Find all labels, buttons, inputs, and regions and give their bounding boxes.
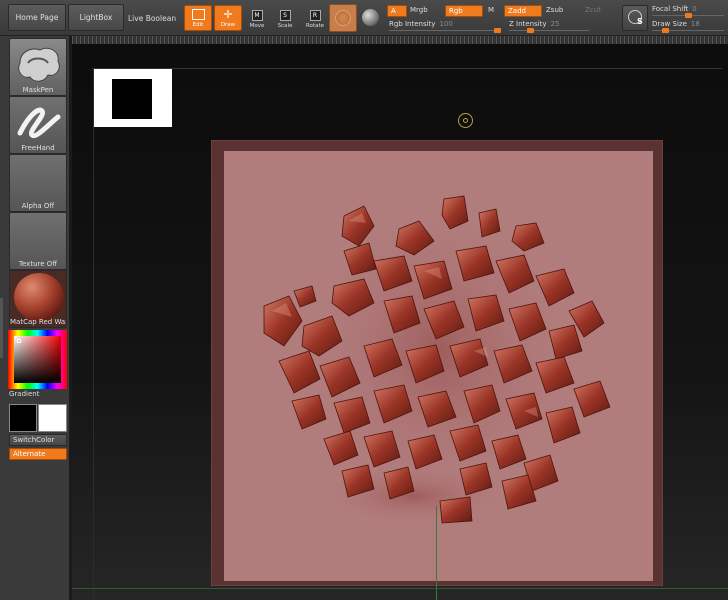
guide-line — [92, 68, 722, 69]
left-shelf-scroll-handle[interactable] — [0, 298, 3, 358]
brush-tile[interactable]: MaskPen — [9, 38, 67, 96]
rotate-icon: R — [309, 10, 321, 21]
document-canvas[interactable] — [224, 151, 653, 581]
draw-button[interactable]: ✛ Draw — [214, 5, 242, 31]
material-sphere-icon[interactable] — [362, 9, 379, 26]
rotate-button[interactable]: R Rotate — [302, 5, 328, 31]
switch-color-button[interactable]: SwitchColor — [9, 434, 67, 446]
texture-label: Texture Off — [18, 260, 58, 268]
edit-button[interactable]: Edit — [184, 5, 212, 31]
scale-button[interactable]: S Scale — [272, 5, 298, 31]
saturation-square[interactable] — [14, 336, 61, 383]
rotate-label: Rotate — [305, 23, 324, 29]
draw-size-label: Draw Size — [652, 20, 687, 28]
m-toggle[interactable]: M — [485, 5, 499, 17]
sculpted-rock-pile — [263, 195, 611, 526]
home-page-button[interactable]: Home Page — [8, 4, 66, 31]
top-toolbar: Home Page LightBox Live Boolean Edit ✛ D… — [0, 0, 728, 36]
z-intensity-slider[interactable]: Z Intensity 25 — [509, 20, 589, 33]
rgb-intensity-knob[interactable] — [494, 28, 501, 33]
alpha-label: Alpha Off — [21, 202, 55, 210]
z-intensity-label: Z Intensity — [509, 20, 547, 28]
brush-cursor-icon — [458, 113, 473, 128]
z-intensity-knob[interactable] — [527, 28, 535, 33]
color-cursor[interactable] — [17, 339, 21, 343]
focal-shift-knob[interactable] — [684, 13, 692, 18]
edit-label: Edit — [192, 22, 204, 28]
focal-shift-value: 0 — [692, 5, 697, 13]
material-tile[interactable]: MatCap Red Wax — [9, 270, 67, 328]
edit-icon — [191, 9, 205, 20]
rgb-intensity-track — [389, 30, 501, 31]
texture-tile[interactable]: Texture Off — [9, 212, 67, 270]
move-icon: M — [251, 10, 263, 21]
scale-icon: S — [279, 10, 291, 21]
main-color-swatch[interactable] — [9, 404, 37, 432]
red-wax-sphere-icon — [14, 273, 64, 321]
zadd-toggle[interactable]: Zadd — [504, 5, 542, 17]
left-shelf: MaskPen FreeHand Alpha Off Texture Off M… — [0, 36, 70, 600]
material-label: MatCap Red Wax — [10, 318, 66, 326]
zsub-toggle[interactable]: Zsub — [543, 5, 577, 17]
z-intensity-value: 25 — [550, 20, 560, 28]
freehand-stroke-icon — [17, 107, 61, 139]
focal-shift-label: Focal Shift — [652, 5, 689, 13]
rgb-toggle[interactable]: Rgb — [445, 5, 483, 17]
stroke-label: FreeHand — [21, 144, 55, 152]
axis-line-vertical — [436, 506, 437, 600]
alternate-button[interactable]: Alternate — [9, 448, 67, 460]
move-label: Move — [249, 23, 265, 29]
navigator-view — [112, 79, 152, 119]
zcut-toggle[interactable]: Zcut — [582, 5, 612, 17]
s-brush-button[interactable]: S — [622, 5, 648, 31]
navigator-frame[interactable] — [94, 69, 172, 127]
rgb-intensity-slider[interactable]: Rgb Intensity 100 — [389, 20, 501, 33]
color-picker[interactable] — [8, 330, 67, 389]
brush-thumbnail-button[interactable] — [329, 4, 357, 32]
rgb-intensity-label: Rgb Intensity — [389, 20, 436, 28]
gradient-label[interactable]: Gradient — [9, 390, 39, 398]
draw-size-knob[interactable] — [661, 28, 669, 33]
document-frame — [211, 140, 663, 586]
rgb-intensity-value: 100 — [439, 20, 453, 28]
mask-pen-icon — [18, 47, 60, 82]
canvas-viewport[interactable] — [72, 36, 728, 600]
s-brush-key: S — [637, 17, 643, 26]
secondary-color-swatch[interactable] — [38, 404, 67, 432]
brush-label: MaskPen — [22, 86, 54, 94]
top-ruler — [72, 36, 728, 44]
draw-size-value: 18 — [690, 20, 700, 28]
focal-shift-slider[interactable]: Focal Shift 0 — [652, 5, 724, 18]
stroke-tile[interactable]: FreeHand — [9, 96, 67, 154]
draw-size-slider[interactable]: Draw Size 18 — [652, 20, 724, 33]
a-toggle[interactable]: A — [387, 5, 407, 17]
axis-line-horizontal — [72, 588, 728, 589]
brush-circle-icon — [335, 10, 351, 26]
alpha-tile[interactable]: Alpha Off — [9, 154, 67, 212]
z-intensity-track — [509, 30, 589, 31]
scale-label: Scale — [277, 23, 293, 29]
brush-cursor-center — [463, 118, 468, 123]
lightbox-button[interactable]: LightBox — [68, 4, 124, 31]
mrgb-toggle[interactable]: Mrgb — [407, 5, 441, 17]
live-boolean-button[interactable]: Live Boolean — [128, 14, 176, 23]
move-button[interactable]: M Move — [244, 5, 270, 31]
guide-line-vertical — [93, 68, 94, 600]
draw-label: Draw — [220, 22, 236, 28]
draw-icon: ✛ — [223, 8, 233, 21]
